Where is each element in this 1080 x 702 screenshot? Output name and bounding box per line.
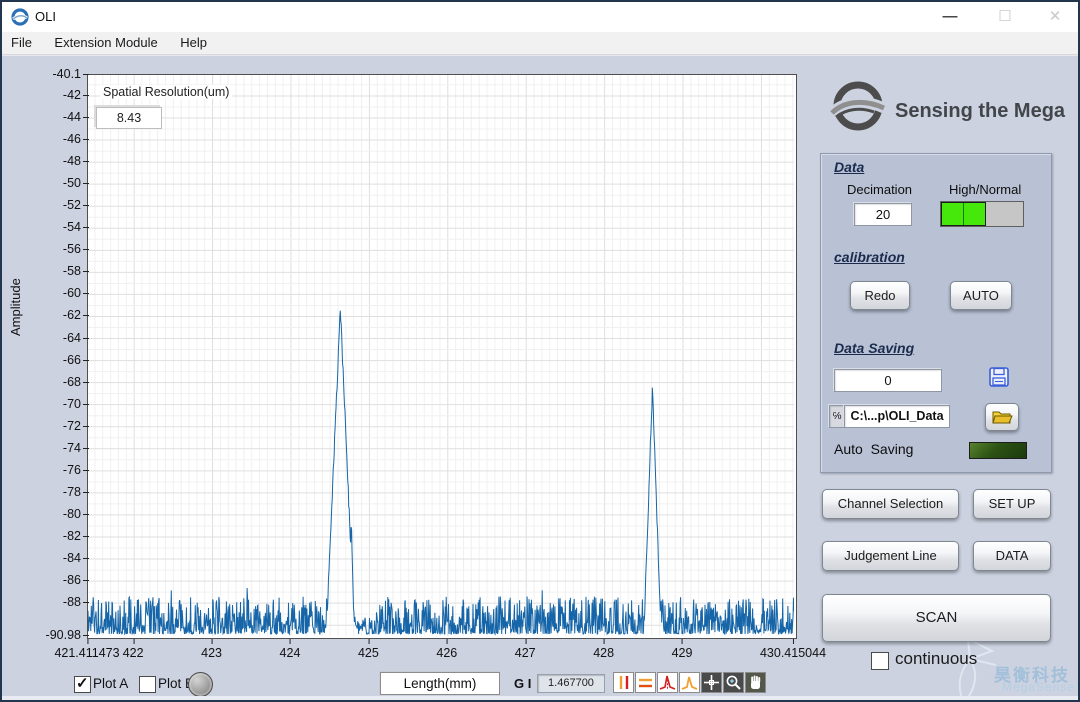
pan-hand-tool-icon[interactable] [745, 672, 766, 693]
auto-saving-led[interactable] [969, 442, 1027, 459]
spatial-resolution-value: 8.43 [96, 107, 162, 129]
plot-b-checkbox[interactable] [139, 676, 156, 693]
main-area: Amplitude Spatial Resolution(um) 8.43 -4… [2, 55, 1078, 700]
y-tick-label: -66 [9, 353, 89, 366]
y-tick-label: -70 [9, 397, 89, 410]
maximize-button[interactable]: ☐ [982, 2, 1028, 32]
decimation-input[interactable]: 20 [854, 203, 912, 226]
y-tick-label: -56 [9, 243, 89, 256]
watermark-brand: MegaSense [1002, 680, 1076, 694]
y-tick-label: -44 [9, 111, 89, 123]
menu-file[interactable]: File [2, 32, 41, 53]
data-section-heading: Data [834, 159, 865, 175]
y-tick-label: -80 [9, 508, 89, 520]
peak-cursor-red-icon[interactable] [657, 672, 678, 693]
y-tick-label: -42 [9, 89, 89, 101]
redo-button[interactable]: Redo [850, 281, 910, 310]
menu-bar: File Extension Module Help [2, 32, 1078, 55]
y-tick-label: -60 [9, 287, 89, 300]
y-tick-label: -72 [9, 419, 89, 432]
plot-a-checkbox[interactable] [74, 674, 91, 693]
knob-button[interactable] [188, 672, 213, 697]
x-tick-label: 427 [515, 639, 536, 660]
x-tick-label: 428 [593, 639, 614, 660]
decimation-label: Decimation [847, 182, 913, 197]
plot-a-label: Plot A [93, 676, 129, 691]
switch-on-segment [941, 202, 986, 226]
app-logo-icon [11, 8, 29, 26]
brand-tagline: Sensing the Mega [895, 100, 1066, 122]
y-tick-label: -50 [9, 177, 89, 189]
y-tick-label: -58 [9, 265, 89, 278]
x-tick-label: 421.411473 [54, 639, 120, 660]
app-window: OLI — ☐ ✕ File Extension Module Help Amp… [0, 0, 1080, 702]
save-path-input[interactable]: C:\...p\OLI_Data [844, 405, 950, 428]
judgement-line-button[interactable]: Judgement Line [822, 541, 959, 571]
y-tick-label: -76 [9, 464, 89, 476]
x-tick-label: 426 [436, 639, 457, 660]
title-bar: OLI — ☐ ✕ [2, 2, 1078, 32]
x-tick-label: 424 [280, 639, 300, 660]
waveform-graph[interactable]: Spatial Resolution(um) 8.43 [87, 74, 797, 639]
high-normal-switch[interactable] [940, 201, 1024, 227]
crosshair-tool-icon[interactable] [701, 672, 722, 693]
x-tick-label: 423 [201, 639, 222, 660]
window-bottom-edge [2, 696, 1078, 700]
cursor-horizontal-lines-icon[interactable] [635, 672, 656, 693]
y-tick-label: -90.98 [9, 629, 89, 641]
setup-button[interactable]: SET UP [973, 489, 1051, 519]
auto-button[interactable]: AUTO [950, 281, 1012, 310]
x-axis-title-box: Length(mm) [380, 672, 500, 695]
y-tick-label: -64 [9, 331, 89, 344]
mode-label: High/Normal [949, 182, 1022, 197]
cursor-vertical-lines-icon[interactable] [613, 672, 634, 693]
gi-value: 1.467700 [537, 674, 605, 693]
save-icon[interactable] [988, 366, 1010, 388]
y-tick-label: -52 [9, 199, 89, 211]
y-tick-label: -54 [9, 221, 89, 234]
peak-cursor-orange-icon[interactable] [679, 672, 700, 693]
path-type-glyph[interactable]: ℅ [829, 405, 845, 428]
continuous-label: continuous [895, 649, 978, 668]
y-tick-label: -82 [9, 530, 89, 542]
data-button[interactable]: DATA [973, 541, 1051, 571]
x-tick-label: 429 [672, 639, 692, 660]
y-tick-label: -62 [9, 309, 89, 322]
auto-saving-label: Auto Saving [834, 441, 914, 457]
y-tick-label: -78 [9, 486, 89, 498]
y-tick-label: -74 [9, 442, 89, 454]
brand-logo-icon [830, 81, 886, 131]
window-title: OLI [35, 9, 56, 24]
data-saving-section-heading: Data Saving [834, 340, 915, 356]
browse-folder-button[interactable] [985, 403, 1019, 431]
y-tick-label: -86 [9, 574, 89, 586]
menu-help[interactable]: Help [171, 32, 216, 53]
x-tick-label: 425 [358, 639, 379, 660]
y-tick-label: -48 [9, 155, 89, 167]
x-tick-label: 422 [123, 639, 144, 660]
spatial-resolution-label: Spatial Resolution(um) [100, 85, 233, 99]
trace-canvas [87, 75, 795, 636]
y-tick-label: -46 [9, 133, 89, 145]
menu-extension-module[interactable]: Extension Module [45, 32, 166, 53]
y-tick-label: -84 [9, 552, 89, 564]
y-tick-label: -88 [9, 596, 89, 608]
minimize-button[interactable]: — [927, 2, 973, 32]
x-tick-label: 430.415044 [760, 639, 826, 660]
zoom-tool-icon[interactable] [723, 672, 744, 693]
y-tick-label: -40.1 [9, 68, 89, 80]
channel-selection-button[interactable]: Channel Selection [822, 489, 959, 519]
save-counter-input[interactable]: 0 [834, 369, 942, 392]
y-tick-label: -68 [9, 375, 89, 388]
open-folder-icon [992, 411, 1013, 424]
trace-plot-a [87, 310, 795, 636]
continuous-checkbox[interactable] [871, 652, 889, 670]
gi-label: G I [514, 676, 532, 691]
scan-button[interactable]: SCAN [822, 594, 1051, 642]
close-button[interactable]: ✕ [1032, 2, 1078, 32]
calibration-section-heading: calibration [834, 249, 905, 265]
